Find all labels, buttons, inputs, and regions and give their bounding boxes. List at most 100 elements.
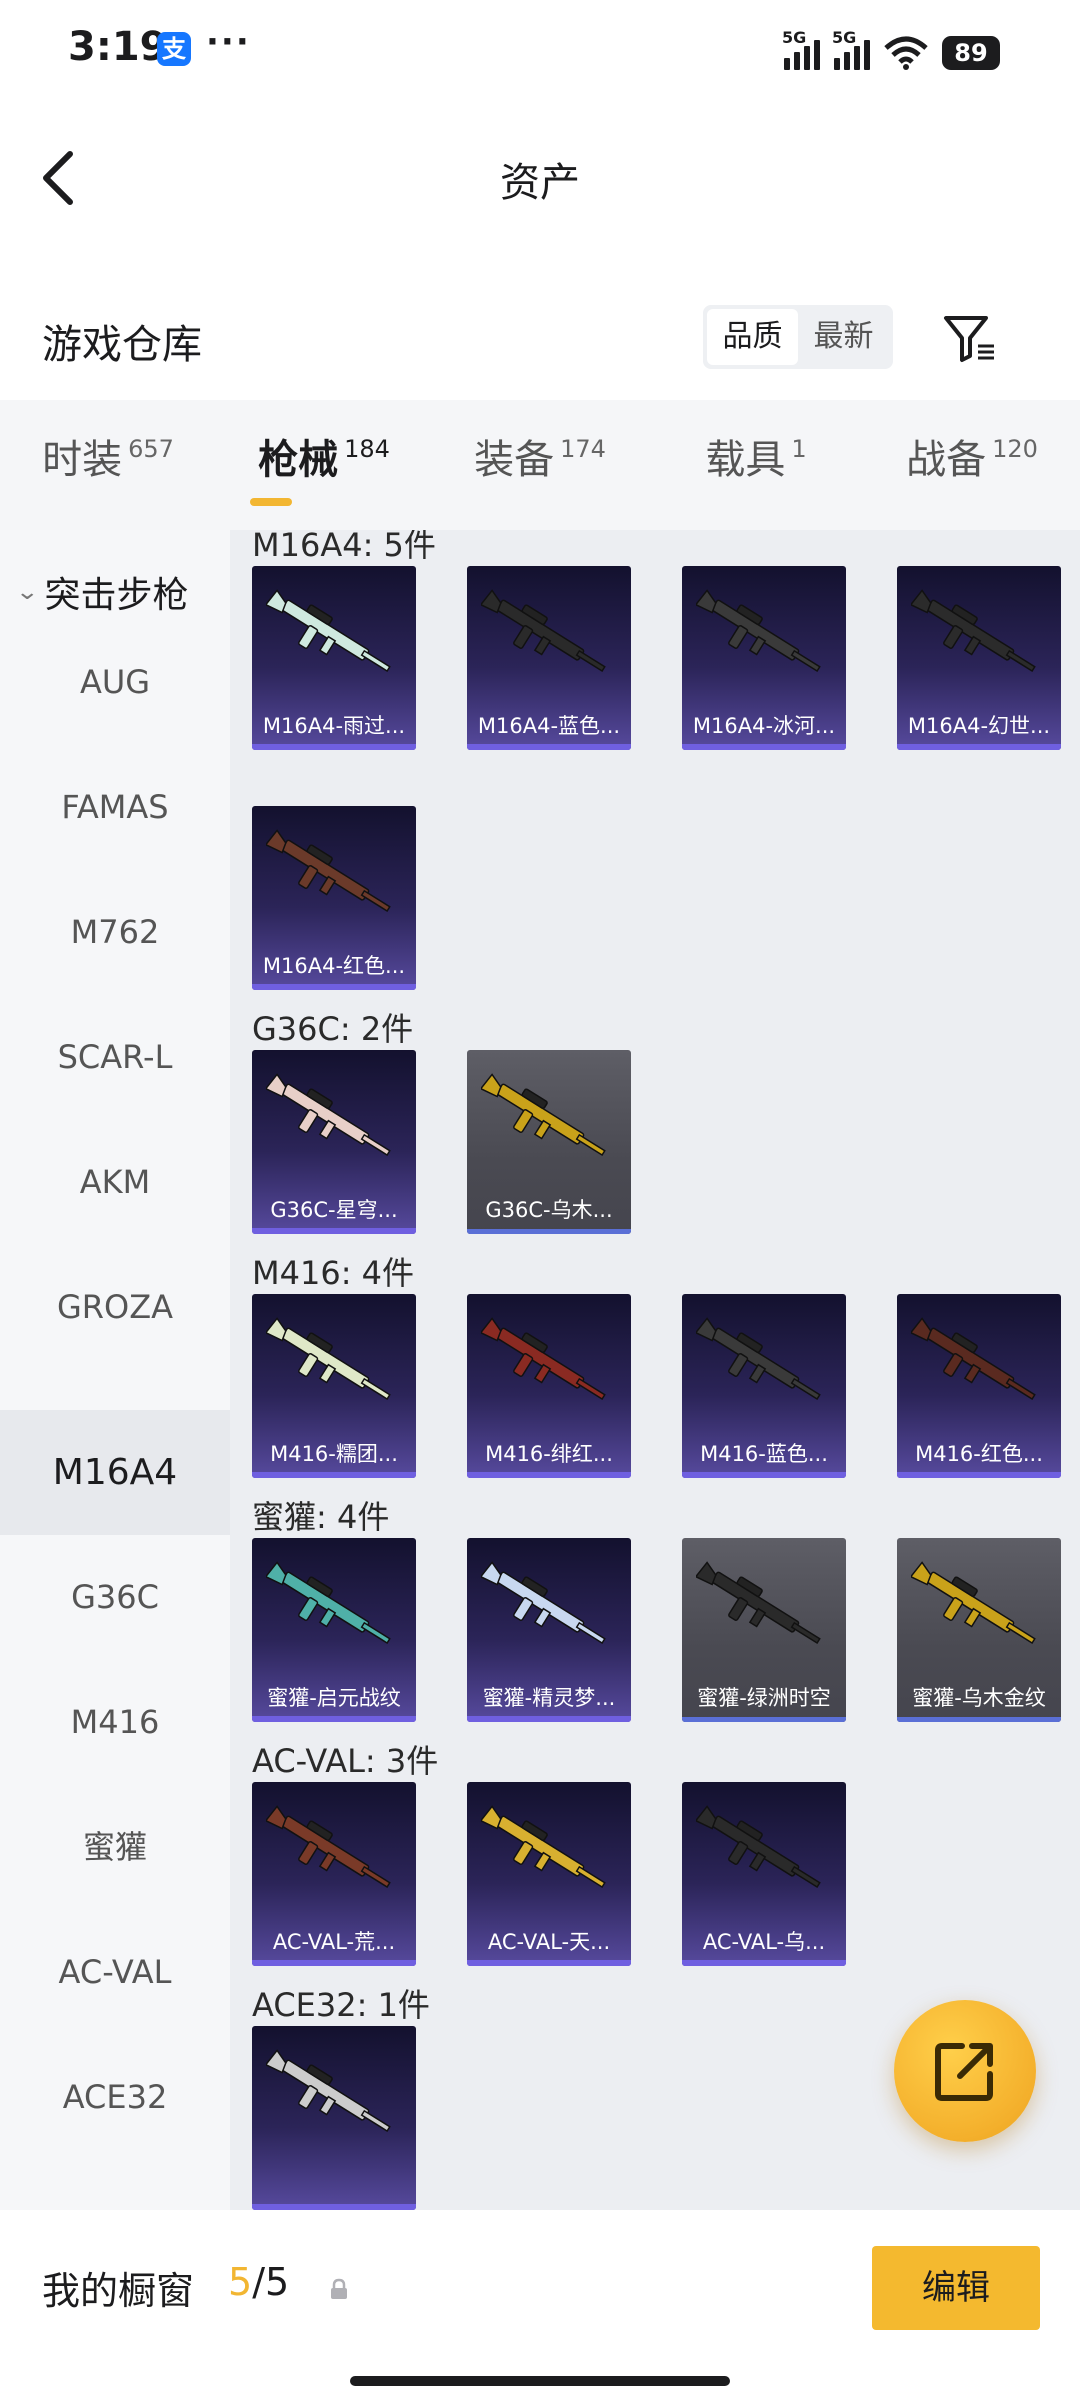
skin-name: AC-VAL-乌... [702, 1930, 826, 1954]
status-icons: 5G 5G 89 [782, 26, 1000, 70]
section-title: 游戏仓库 [42, 322, 202, 368]
group-title: ACE32: 1件 [252, 1986, 430, 2024]
signal-icon: 5G [832, 28, 870, 70]
rifle-icon [696, 1561, 821, 1645]
tab-count: 1 [791, 435, 807, 463]
sidebar-item-akm[interactable]: AKM [0, 1120, 230, 1245]
sidebar-item-g36c[interactable]: G36C [0, 1535, 230, 1660]
skin-grid: M16A4: 5件 M16A4-雨过... M16A4-蓝色... M16A4-冰河.… [230, 530, 1080, 2210]
sidebar-item-famas[interactable]: FAMAS [0, 745, 230, 870]
wifi-icon [884, 36, 928, 70]
weapon-type-sidebar: ⌄ 突击步枪 AUG FAMAS M762 SCAR-L AKM GROZA M… [0, 530, 230, 2210]
skin-name: M16A4-红色... [262, 954, 406, 978]
status-time: 3:19 [68, 24, 168, 70]
showcase-label: 我的橱窗 [42, 2269, 195, 2313]
showcase-current: 5 [228, 2260, 253, 2304]
skin-card[interactable]: 蜜獾-绿洲时空 [682, 1538, 846, 1722]
sort-by-quality-button[interactable]: 品质 [707, 309, 798, 365]
tab-label: 载具 [705, 437, 786, 483]
sidebar-item-ac-val[interactable]: AC-VAL [0, 1910, 230, 2035]
tab-label: 枪械 [258, 437, 339, 483]
skin-card[interactable]: M16A4-幻世... [897, 566, 1061, 750]
skin-card[interactable]: AC-VAL-荒... [252, 1782, 416, 1966]
skin-name: 蜜獾-启元战纹 [267, 1686, 401, 1710]
showcase-total: /5 [252, 2260, 290, 2304]
share-button[interactable] [894, 2000, 1036, 2142]
rifle-icon [696, 1317, 821, 1401]
battery-icon: 89 [942, 36, 1000, 70]
status-bar: 3:19 支 ··· 5G 5G 89 [0, 0, 1080, 100]
sort-segmented-control: 品质 最新 [703, 305, 893, 369]
share-external-icon [935, 2043, 993, 2101]
tab-firearms[interactable]: 枪械 184 [216, 400, 432, 530]
sort-by-newest-button[interactable]: 最新 [798, 309, 889, 365]
more-notifications-icon: ··· [206, 22, 251, 62]
skin-card[interactable]: M416-红色... [897, 1294, 1061, 1478]
skin-card[interactable]: 蜜獾-精灵梦... [467, 1538, 631, 1722]
tab-label: 战备 [906, 437, 987, 483]
skin-card[interactable]: G36C-星穹... [252, 1050, 416, 1234]
lock-icon [331, 2278, 347, 2299]
chevron-down-icon: ⌄ [15, 579, 40, 605]
tab-vehicles[interactable]: 载具 1 [648, 400, 864, 530]
skin-card[interactable]: AC-VAL-天... [467, 1782, 631, 1966]
sidebar-category-header[interactable]: ⌄ 突击步枪 [15, 566, 189, 618]
tab-count: 184 [344, 435, 390, 463]
skin-name: M416-糯团... [270, 1442, 398, 1466]
network-type-label: 5G [832, 28, 857, 47]
sidebar-item-m16a4[interactable]: M16A4 [0, 1410, 230, 1535]
tab-label: 时装 [42, 437, 123, 483]
rifle-icon [266, 829, 391, 913]
network-type-label: 5G [782, 28, 807, 47]
app-screen: 3:19 支 ··· 5G 5G 89 资产 游戏仓库 品质 最新 时装 657… [0, 0, 1080, 2400]
skin-card[interactable]: M416-糯团... [252, 1294, 416, 1478]
skin-card[interactable]: G36C-乌木... [467, 1050, 631, 1234]
sidebar-category-label: 突击步枪 [44, 575, 189, 616]
tab-gear[interactable]: 战备 120 [864, 400, 1080, 530]
home-indicator [350, 2376, 730, 2386]
sidebar-item-aug[interactable]: AUG [0, 620, 230, 745]
skin-card[interactable]: M16A4-雨过... [252, 566, 416, 750]
sidebar-item-scar-l[interactable]: SCAR-L [0, 995, 230, 1120]
edit-button[interactable]: 编辑 [872, 2246, 1040, 2330]
skin-card[interactable] [252, 2026, 416, 2210]
skin-card[interactable]: M416-蓝色... [682, 1294, 846, 1478]
active-tab-indicator [250, 498, 292, 506]
group-title: AC-VAL: 3件 [252, 1742, 439, 1780]
rifle-icon [266, 1317, 391, 1401]
skin-name: 蜜獾-绿洲时空 [697, 1686, 831, 1710]
skin-name: 蜜獾-乌木金纹 [912, 1686, 1046, 1710]
tab-equipment[interactable]: 装备 174 [432, 400, 648, 530]
skin-card[interactable]: 蜜獾-启元战纹 [252, 1538, 416, 1722]
alipay-icon: 支 [157, 32, 191, 66]
rifle-icon [696, 589, 821, 673]
sidebar-item-honey-badger[interactable]: 蜜獾 [0, 1785, 230, 1910]
skin-card[interactable]: 蜜獾-乌木金纹 [897, 1538, 1061, 1722]
skin-name: M16A4-冰河... [692, 714, 836, 738]
category-tabs: 时装 657 枪械 184 装备 174 载具 1 战备 120 [0, 400, 1080, 530]
sidebar-item-ace32[interactable]: ACE32 [0, 2035, 230, 2160]
sidebar-item-m416[interactable]: M416 [0, 1660, 230, 1785]
rifle-icon [266, 589, 391, 673]
skin-card[interactable]: AC-VAL-乌... [682, 1782, 846, 1966]
skin-card[interactable]: M416-绯红... [467, 1294, 631, 1478]
sidebar-item-m762[interactable]: M762 [0, 870, 230, 995]
skin-card[interactable]: M16A4-红色... [252, 806, 416, 990]
tab-label: 装备 [474, 437, 555, 483]
group-title: 蜜獾: 4件 [252, 1498, 390, 1536]
sidebar-item-groza[interactable]: GROZA [0, 1245, 230, 1370]
signal-icon: 5G [782, 28, 820, 70]
rifle-icon [911, 1317, 1036, 1401]
skin-name: M16A4-蓝色... [477, 714, 621, 738]
rifle-icon [696, 1805, 821, 1889]
rifle-icon [481, 1561, 606, 1645]
rifle-icon [266, 1073, 391, 1157]
skin-card[interactable]: M16A4-冰河... [682, 566, 846, 750]
tab-fashion[interactable]: 时装 657 [0, 400, 216, 530]
tab-count: 174 [560, 435, 606, 463]
filter-icon[interactable] [942, 312, 998, 364]
skin-name: M416-绯红... [485, 1442, 613, 1466]
skin-card[interactable]: M16A4-蓝色... [467, 566, 631, 750]
skin-name: 蜜獾-精灵梦... [482, 1686, 616, 1710]
rifle-icon [911, 1561, 1036, 1645]
